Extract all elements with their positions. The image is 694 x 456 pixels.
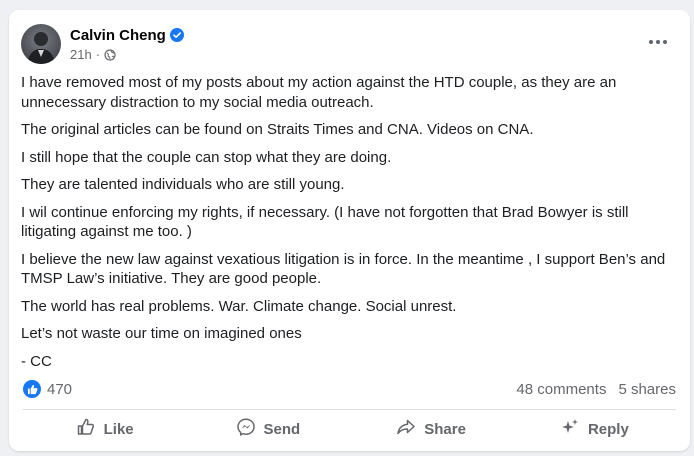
post-paragraph: I believe the new law against vexatious … — [21, 250, 666, 288]
divider — [23, 409, 676, 410]
share-button[interactable]: Share — [350, 414, 513, 444]
reactions-count: 470 — [47, 380, 73, 398]
post-card: Calvin Cheng 21h · I have removed most o… — [9, 10, 690, 451]
share-arrow-icon — [396, 417, 416, 441]
sparkle-icon — [560, 417, 580, 441]
reactions-summary[interactable]: 470 — [23, 380, 72, 398]
more-options-icon[interactable] — [644, 32, 672, 52]
action-bar: Like Send Share Reply — [23, 414, 676, 444]
author-row: Calvin Cheng — [70, 25, 184, 45]
send-label: Send — [263, 420, 301, 438]
reply-label: Reply — [587, 420, 629, 438]
post-paragraph: Let’s not waste our time on imagined one… — [21, 325, 302, 342]
post-timestamp[interactable]: 21h — [70, 47, 92, 62]
like-label: Like — [103, 420, 134, 438]
shares-count[interactable]: 5 shares — [618, 381, 676, 398]
post-paragraph: I have removed most of my posts about my… — [21, 74, 617, 111]
globe-icon[interactable] — [104, 48, 116, 61]
post-body: I have removed most of my posts about my… — [21, 73, 676, 379]
post-meta: 21h · — [70, 47, 116, 62]
messenger-icon — [236, 417, 256, 441]
comments-count[interactable]: 48 comments — [516, 381, 606, 398]
reply-button[interactable]: Reply — [513, 414, 676, 444]
avatar[interactable] — [21, 24, 61, 64]
engagement-counts: 48 comments 5 shares — [516, 381, 676, 398]
verified-badge-icon — [169, 28, 184, 42]
post-paragraph: I still hope that the couple can stop wh… — [21, 148, 392, 166]
send-button[interactable]: Send — [186, 414, 349, 444]
post-paragraph: They are talented individuals who are st… — [21, 176, 345, 193]
like-button[interactable]: Like — [23, 414, 186, 444]
post-signoff: - CC — [21, 352, 52, 370]
post-stats: 470 48 comments 5 shares — [23, 380, 676, 402]
post-header: Calvin Cheng 21h · — [21, 24, 678, 68]
post-paragraph: The world has real problems. War. Climat… — [21, 297, 457, 315]
share-label: Share — [424, 420, 466, 438]
thumbs-up-icon — [76, 417, 96, 441]
meta-separator: · — [95, 47, 101, 62]
thumbs-up-icon — [23, 380, 41, 398]
author-name[interactable]: Calvin Cheng — [70, 27, 166, 44]
post-paragraph: I wil continue enforcing my rights, if n… — [21, 203, 629, 241]
post-paragraph: The original articles can be found on St… — [21, 121, 534, 138]
